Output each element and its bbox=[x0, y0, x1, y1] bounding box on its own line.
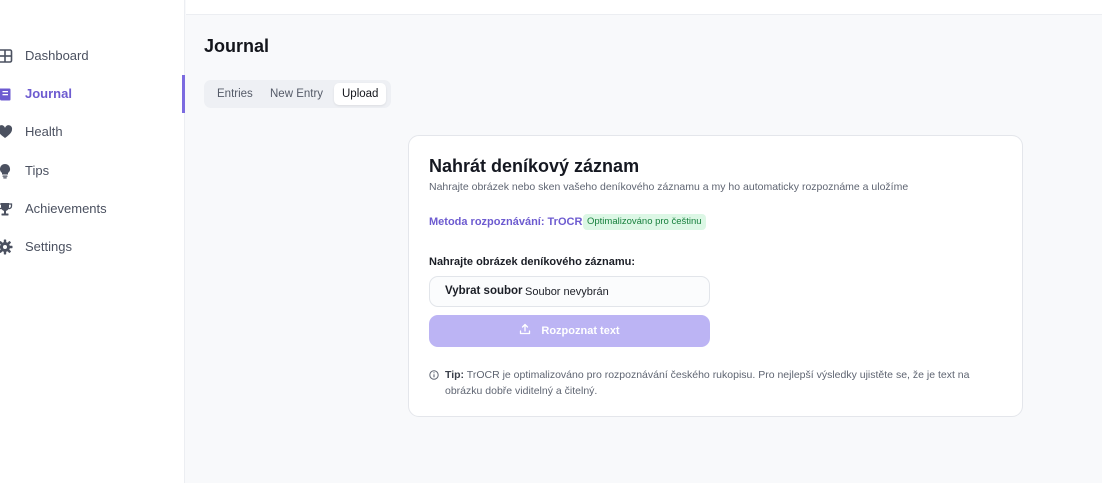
heart-icon bbox=[0, 124, 13, 140]
tab-upload[interactable]: Upload bbox=[334, 83, 387, 105]
sidebar-item-settings[interactable]: Settings bbox=[0, 228, 185, 266]
tab-new-entry[interactable]: New Entry bbox=[262, 83, 331, 105]
app-root: Dashboard Journal Health Tips Achievemen… bbox=[0, 0, 1102, 483]
info-icon bbox=[429, 369, 439, 380]
tip-text: Tip: TrOCR je optimalizováno pro rozpozn… bbox=[429, 367, 1004, 399]
sidebar-item-label: Settings bbox=[25, 239, 72, 254]
sidebar-item-label: Health bbox=[25, 124, 63, 139]
sidebar-item-label: Dashboard bbox=[25, 48, 89, 63]
sidebar-item-health[interactable]: Health bbox=[0, 113, 185, 151]
top-bar bbox=[186, 0, 1102, 15]
page-title: Journal bbox=[204, 36, 270, 56]
upload-icon bbox=[519, 322, 531, 340]
file-field-label: Nahrajte obrázek deníkového záznamu: bbox=[429, 256, 635, 268]
lightbulb-icon bbox=[0, 163, 13, 179]
file-input[interactable]: Vybrat soubor Soubor nevybrán bbox=[429, 276, 710, 307]
sidebar-item-label: Achievements bbox=[25, 201, 107, 216]
recognize-text-label: Rozpoznat text bbox=[541, 325, 620, 337]
sidebar-item-label: Journal bbox=[25, 86, 72, 101]
choose-file-button[interactable]: Vybrat soubor bbox=[445, 285, 523, 297]
grid-icon bbox=[0, 48, 13, 64]
tip-prefix: Tip: bbox=[445, 369, 465, 381]
sidebar-item-dashboard[interactable]: Dashboard bbox=[0, 37, 185, 75]
method-badge: Optimalizováno pro češtinu bbox=[583, 214, 706, 230]
trophy-icon bbox=[0, 201, 13, 217]
sidebar: Dashboard Journal Health Tips Achievemen… bbox=[0, 0, 185, 483]
sidebar-item-achievements[interactable]: Achievements bbox=[0, 190, 185, 228]
card-subtitle: Nahrajte obrázek nebo sken vašeho deníko… bbox=[429, 181, 909, 193]
tip-body: TrOCR je optimalizováno pro rozpoznávání… bbox=[445, 369, 970, 397]
gear-icon bbox=[0, 239, 13, 255]
upload-card: Nahrát deníkový záznam Nahrajte obrázek … bbox=[408, 135, 1023, 417]
book-icon bbox=[0, 86, 13, 102]
tab-entries[interactable]: Entries bbox=[209, 83, 261, 105]
card-title: Nahrát deníkový záznam bbox=[429, 156, 640, 176]
sidebar-item-tips[interactable]: Tips bbox=[0, 152, 185, 190]
file-status: Soubor nevybrán bbox=[525, 286, 609, 298]
sidebar-item-label: Tips bbox=[25, 163, 50, 178]
recognize-text-button[interactable]: Rozpoznat text bbox=[429, 315, 710, 347]
tab-list: Entries New Entry Upload bbox=[204, 80, 391, 108]
sidebar-item-journal[interactable]: Journal bbox=[0, 75, 185, 113]
recognition-method-label: Metoda rozpoznávání: TrOCR bbox=[429, 216, 583, 228]
